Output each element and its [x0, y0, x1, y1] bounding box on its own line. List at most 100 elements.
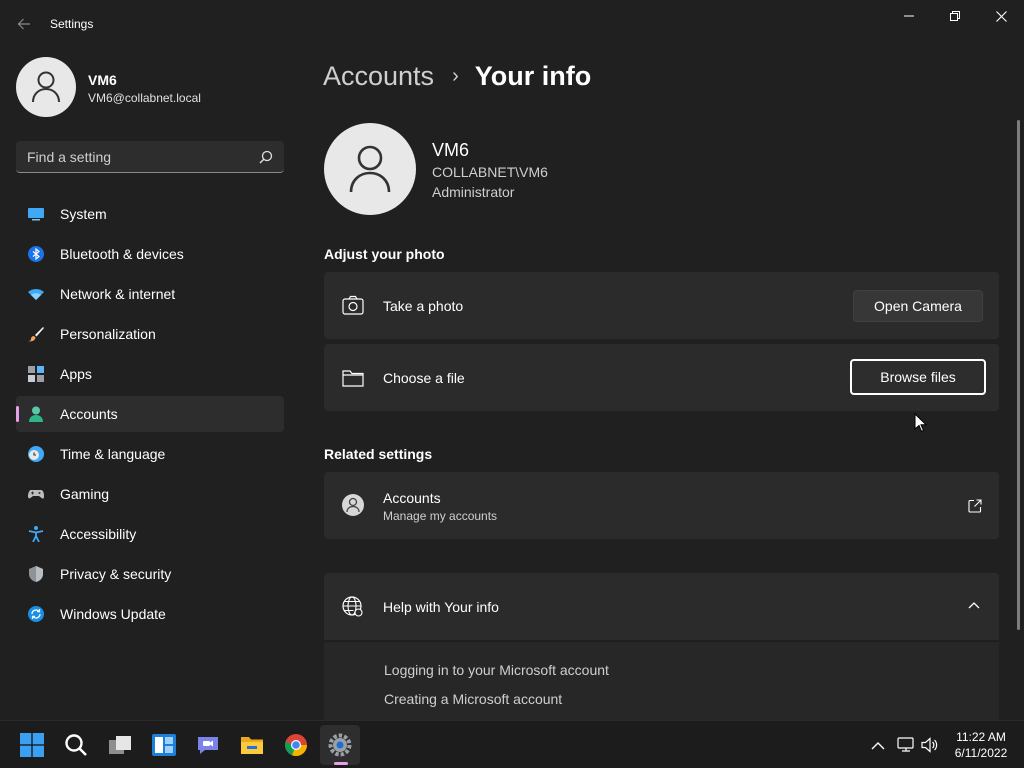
sidebar-item-label: Bluetooth & devices	[60, 246, 184, 262]
help-link-logging-in[interactable]: Logging in to your Microsoft account	[384, 662, 609, 678]
person-icon	[32, 71, 60, 103]
accessibility-icon	[28, 526, 44, 542]
clock-globe-icon	[28, 446, 44, 462]
file-explorer-icon	[241, 737, 263, 754]
settings-gear-icon	[328, 733, 352, 757]
take-photo-label: Take a photo	[383, 298, 464, 314]
help-expander-header[interactable]: Help with Your info	[324, 573, 999, 640]
bluetooth-icon	[28, 246, 44, 262]
apps-icon	[28, 366, 44, 382]
monitor-icon	[28, 208, 44, 221]
sidebar-item-network[interactable]: Network & internet	[16, 276, 284, 312]
file-explorer-button[interactable]	[232, 725, 272, 765]
scrollbar[interactable]	[1017, 120, 1020, 630]
volume-tray-button[interactable]	[920, 735, 940, 755]
sidebar-item-label: System	[60, 206, 107, 222]
sidebar-item-label: Accessibility	[60, 526, 137, 542]
sidebar-item-label: Network & internet	[60, 286, 176, 302]
sidebar-item-label: Accounts	[60, 406, 118, 422]
gamepad-icon	[28, 490, 44, 499]
teams-chat-icon	[198, 737, 218, 754]
choose-file-card: Choose a file Browse files	[324, 344, 999, 411]
network-icon	[897, 737, 914, 752]
person-circle-icon	[342, 494, 364, 516]
sidebar-item-accessibility[interactable]: Accessibility	[16, 516, 284, 552]
chevron-up-icon[interactable]	[968, 601, 980, 609]
section-title-related-settings: Related settings	[324, 446, 433, 462]
camera-icon	[342, 295, 364, 315]
volume-icon	[921, 737, 938, 753]
brush-icon	[28, 327, 44, 342]
teams-chat-button[interactable]	[188, 725, 228, 765]
active-app-indicator	[334, 762, 348, 765]
start-button[interactable]	[12, 725, 52, 765]
chrome-icon	[285, 734, 308, 757]
user-name: VM6	[432, 140, 470, 160]
minimize-icon	[904, 15, 914, 17]
account-icon	[29, 406, 43, 422]
taskbar-search-button[interactable]	[56, 725, 96, 765]
sidebar-item-label: Personalization	[60, 326, 156, 342]
close-button[interactable]	[978, 0, 1024, 32]
sidebar-item-label: Privacy & security	[60, 566, 172, 582]
search-input[interactable]	[16, 141, 246, 172]
taskbar: 11:22 AM 6/11/2022	[0, 720, 1024, 768]
sidebar-item-accounts[interactable]: Accounts	[16, 396, 284, 432]
browse-files-button[interactable]: Browse files	[850, 359, 986, 395]
back-button[interactable]	[10, 10, 38, 38]
minimize-button[interactable]	[886, 0, 932, 32]
related-accounts-card[interactable]: Accounts Manage my accounts	[324, 472, 999, 539]
sidebar-item-system[interactable]: System	[16, 196, 284, 232]
search-icon[interactable]	[258, 149, 274, 165]
clock-date[interactable]: 6/11/2022	[950, 746, 1012, 760]
restore-button[interactable]	[932, 0, 978, 32]
globe-icon	[342, 596, 363, 617]
show-hidden-icons-button[interactable]	[868, 735, 888, 755]
profile-name: VM6	[88, 72, 117, 88]
sidebar-item-apps[interactable]: Apps	[16, 356, 284, 392]
related-accounts-label: Accounts	[383, 490, 441, 506]
related-accounts-sublabel: Manage my accounts	[383, 509, 498, 523]
restore-icon	[950, 11, 960, 21]
chevron-right-icon: ›	[452, 64, 459, 87]
sidebar-item-label: Apps	[60, 366, 92, 382]
sidebar-item-time-language[interactable]: Time & language	[16, 436, 284, 472]
title-bar: Settings	[0, 0, 1024, 48]
sidebar-nav: System Bluetooth & devices Network & int…	[16, 196, 284, 636]
breadcrumb-parent-link[interactable]: Accounts	[323, 61, 434, 92]
back-arrow-icon	[17, 18, 30, 30]
help-link-creating-account[interactable]: Creating a Microsoft account	[384, 691, 562, 707]
external-link-icon[interactable]	[968, 499, 982, 513]
task-view-button[interactable]	[100, 725, 140, 765]
update-icon	[28, 606, 44, 622]
sidebar-item-privacy[interactable]: Privacy & security	[16, 556, 284, 592]
open-camera-button[interactable]: Open Camera	[853, 290, 983, 322]
settings-app-button[interactable]	[320, 725, 360, 765]
mouse-cursor-icon	[914, 413, 928, 433]
sidebar-item-windows-update[interactable]: Windows Update	[16, 596, 284, 632]
shield-icon	[29, 566, 43, 582]
network-tray-button[interactable]	[896, 735, 916, 755]
user-role: Administrator	[432, 184, 515, 200]
clock-time[interactable]: 11:22 AM	[952, 730, 1010, 744]
sidebar-item-gaming[interactable]: Gaming	[16, 476, 284, 512]
widgets-button[interactable]	[144, 725, 184, 765]
user-avatar-large	[324, 123, 416, 215]
folder-icon	[342, 370, 364, 387]
person-icon	[349, 145, 391, 193]
help-title: Help with Your info	[383, 599, 499, 615]
widgets-icon	[152, 734, 176, 756]
chevron-up-icon	[871, 741, 885, 749]
windows-start-icon	[20, 733, 44, 757]
chrome-button[interactable]	[276, 725, 316, 765]
user-domain: COLLABNET\VM6	[432, 164, 548, 180]
app-title: Settings	[50, 17, 94, 31]
avatar[interactable]	[16, 57, 76, 117]
page-title: Your info	[474, 60, 592, 91]
sidebar-item-label: Gaming	[60, 486, 110, 502]
sidebar-item-label: Windows Update	[60, 606, 166, 622]
section-title-adjust-photo: Adjust your photo	[324, 246, 445, 262]
sidebar-item-personalization[interactable]: Personalization	[16, 316, 284, 352]
task-view-icon	[109, 736, 131, 754]
sidebar-item-bluetooth[interactable]: Bluetooth & devices	[16, 236, 284, 272]
